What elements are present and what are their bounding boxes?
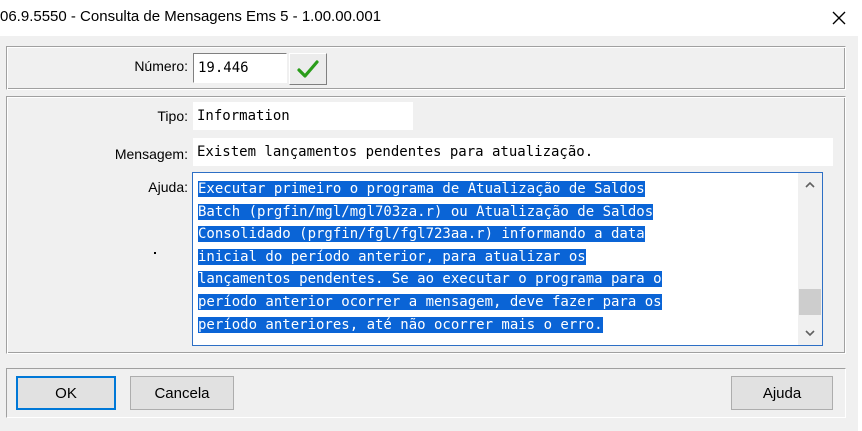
ajuda-label: Ajuda: [148, 179, 188, 195]
cancela-button[interactable]: Cancela [130, 376, 234, 410]
mensagem-field[interactable]: Existem lançamentos pendentes para atual… [193, 138, 833, 166]
mensagem-label: Mensagem: [114, 146, 188, 162]
ajuda-line: Consolidado (prgfin/fgl/fgl723aa.r) info… [198, 226, 645, 243]
tipo-field[interactable]: Information [193, 102, 413, 130]
ajuda-line: período anteriores, até não ocorrer mais… [198, 316, 603, 333]
scroll-track[interactable] [798, 197, 822, 321]
ajuda-line: lançamentos pendentes. Se ao executar o … [198, 271, 662, 288]
vertical-scrollbar[interactable] [798, 173, 822, 345]
ajuda-button[interactable]: Ajuda [731, 376, 833, 410]
checkmark-icon [297, 60, 319, 78]
chevron-down-icon [805, 330, 815, 337]
scroll-down-button[interactable] [798, 321, 822, 345]
tipo-label: Tipo: [157, 108, 188, 124]
scroll-thumb[interactable] [799, 289, 821, 315]
numero-input[interactable]: 19.446 [193, 53, 287, 83]
window-title: 06.9.5550 - Consulta de Mensagens Ems 5 … [0, 8, 382, 25]
ajuda-text: Executar primeiro o programa de Atualiza… [198, 178, 793, 336]
ajuda-line: Batch (prgfin/mgl/mgl703za.r) ou Atualiz… [198, 203, 654, 220]
chevron-up-icon [805, 181, 815, 188]
marker-dot [154, 252, 156, 254]
ajuda-textarea[interactable]: Executar primeiro o programa de Atualiza… [192, 172, 823, 346]
confirm-numero-button[interactable] [289, 53, 327, 85]
window-edge [858, 36, 862, 431]
close-icon [832, 11, 846, 25]
title-bar: 06.9.5550 - Consulta de Mensagens Ems 5 … [0, 0, 862, 36]
scroll-up-button[interactable] [798, 173, 822, 197]
ajuda-line: Executar primeiro o programa de Atualiza… [198, 181, 645, 197]
close-button[interactable] [816, 0, 862, 36]
ajuda-line: período anterior ocorrer a mensagem, dev… [198, 293, 662, 310]
ok-button[interactable]: OK [16, 376, 116, 410]
numero-label: Número: [134, 58, 188, 74]
ajuda-line: inicial do período anterior, para atuali… [198, 248, 586, 265]
